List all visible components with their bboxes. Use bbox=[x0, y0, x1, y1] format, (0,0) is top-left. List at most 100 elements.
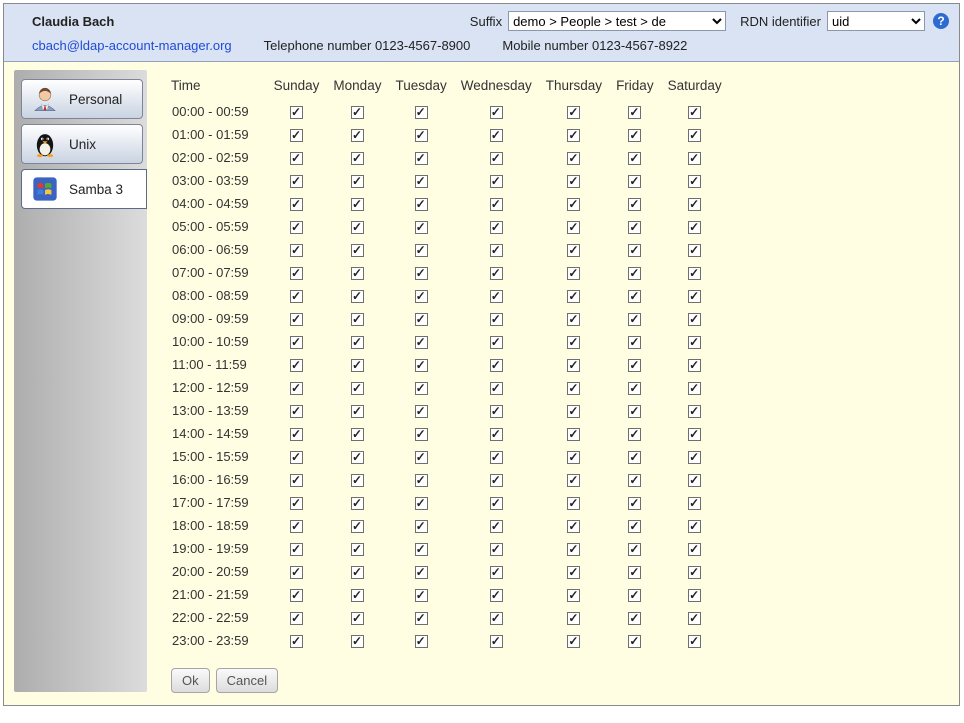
hour-checkbox-saturday[interactable] bbox=[688, 244, 701, 257]
hour-checkbox-saturday[interactable] bbox=[688, 428, 701, 441]
email-link[interactable]: cbach@ldap-account-manager.org bbox=[32, 38, 232, 53]
hour-checkbox-friday[interactable] bbox=[628, 428, 641, 441]
hour-checkbox-friday[interactable] bbox=[628, 520, 641, 533]
hour-checkbox-monday[interactable] bbox=[351, 635, 364, 648]
hour-checkbox-monday[interactable] bbox=[351, 612, 364, 625]
tab-unix[interactable]: Unix bbox=[21, 124, 143, 164]
hour-checkbox-tuesday[interactable] bbox=[415, 152, 428, 165]
hour-checkbox-sunday[interactable] bbox=[290, 313, 303, 326]
hour-checkbox-monday[interactable] bbox=[351, 290, 364, 303]
hour-checkbox-monday[interactable] bbox=[351, 566, 364, 579]
hour-checkbox-monday[interactable] bbox=[351, 451, 364, 464]
suffix-select[interactable]: demo > People > test > de bbox=[508, 11, 726, 31]
hour-checkbox-sunday[interactable] bbox=[290, 474, 303, 487]
hour-checkbox-thursday[interactable] bbox=[567, 451, 580, 464]
hour-checkbox-tuesday[interactable] bbox=[415, 405, 428, 418]
hour-checkbox-wednesday[interactable] bbox=[490, 152, 503, 165]
hour-checkbox-saturday[interactable] bbox=[688, 612, 701, 625]
hour-checkbox-wednesday[interactable] bbox=[490, 451, 503, 464]
hour-checkbox-tuesday[interactable] bbox=[415, 451, 428, 464]
hour-checkbox-thursday[interactable] bbox=[567, 175, 580, 188]
hour-checkbox-friday[interactable] bbox=[628, 543, 641, 556]
hour-checkbox-friday[interactable] bbox=[628, 106, 641, 119]
hour-checkbox-tuesday[interactable] bbox=[415, 198, 428, 211]
hour-checkbox-saturday[interactable] bbox=[688, 382, 701, 395]
hour-checkbox-monday[interactable] bbox=[351, 313, 364, 326]
hour-checkbox-wednesday[interactable] bbox=[490, 612, 503, 625]
hour-checkbox-friday[interactable] bbox=[628, 589, 641, 602]
hour-checkbox-thursday[interactable] bbox=[567, 267, 580, 280]
hour-checkbox-friday[interactable] bbox=[628, 382, 641, 395]
hour-checkbox-thursday[interactable] bbox=[567, 589, 580, 602]
hour-checkbox-wednesday[interactable] bbox=[490, 497, 503, 510]
hour-checkbox-thursday[interactable] bbox=[567, 428, 580, 441]
hour-checkbox-thursday[interactable] bbox=[567, 359, 580, 372]
hour-checkbox-sunday[interactable] bbox=[290, 405, 303, 418]
hour-checkbox-friday[interactable] bbox=[628, 405, 641, 418]
hour-checkbox-saturday[interactable] bbox=[688, 474, 701, 487]
hour-checkbox-thursday[interactable] bbox=[567, 520, 580, 533]
hour-checkbox-tuesday[interactable] bbox=[415, 175, 428, 188]
hour-checkbox-tuesday[interactable] bbox=[415, 290, 428, 303]
hour-checkbox-monday[interactable] bbox=[351, 589, 364, 602]
hour-checkbox-sunday[interactable] bbox=[290, 428, 303, 441]
hour-checkbox-friday[interactable] bbox=[628, 612, 641, 625]
hour-checkbox-tuesday[interactable] bbox=[415, 382, 428, 395]
tab-samba3[interactable]: Samba 3 bbox=[21, 169, 147, 209]
hour-checkbox-wednesday[interactable] bbox=[490, 129, 503, 142]
rdn-identifier-select[interactable]: uid bbox=[827, 11, 925, 31]
hour-checkbox-tuesday[interactable] bbox=[415, 336, 428, 349]
hour-checkbox-monday[interactable] bbox=[351, 497, 364, 510]
hour-checkbox-sunday[interactable] bbox=[290, 612, 303, 625]
hour-checkbox-saturday[interactable] bbox=[688, 566, 701, 579]
hour-checkbox-thursday[interactable] bbox=[567, 313, 580, 326]
hour-checkbox-monday[interactable] bbox=[351, 359, 364, 372]
hour-checkbox-sunday[interactable] bbox=[290, 336, 303, 349]
hour-checkbox-thursday[interactable] bbox=[567, 198, 580, 211]
hour-checkbox-wednesday[interactable] bbox=[490, 290, 503, 303]
hour-checkbox-thursday[interactable] bbox=[567, 152, 580, 165]
hour-checkbox-thursday[interactable] bbox=[567, 405, 580, 418]
hour-checkbox-wednesday[interactable] bbox=[490, 635, 503, 648]
hour-checkbox-saturday[interactable] bbox=[688, 405, 701, 418]
hour-checkbox-wednesday[interactable] bbox=[490, 474, 503, 487]
hour-checkbox-thursday[interactable] bbox=[567, 497, 580, 510]
hour-checkbox-tuesday[interactable] bbox=[415, 313, 428, 326]
hour-checkbox-monday[interactable] bbox=[351, 336, 364, 349]
hour-checkbox-wednesday[interactable] bbox=[490, 244, 503, 257]
hour-checkbox-sunday[interactable] bbox=[290, 635, 303, 648]
hour-checkbox-friday[interactable] bbox=[628, 313, 641, 326]
hour-checkbox-wednesday[interactable] bbox=[490, 589, 503, 602]
hour-checkbox-saturday[interactable] bbox=[688, 221, 701, 234]
hour-checkbox-thursday[interactable] bbox=[567, 566, 580, 579]
hour-checkbox-sunday[interactable] bbox=[290, 221, 303, 234]
hour-checkbox-tuesday[interactable] bbox=[415, 428, 428, 441]
hour-checkbox-wednesday[interactable] bbox=[490, 175, 503, 188]
hour-checkbox-sunday[interactable] bbox=[290, 198, 303, 211]
hour-checkbox-wednesday[interactable] bbox=[490, 313, 503, 326]
hour-checkbox-thursday[interactable] bbox=[567, 336, 580, 349]
hour-checkbox-monday[interactable] bbox=[351, 267, 364, 280]
hour-checkbox-monday[interactable] bbox=[351, 428, 364, 441]
hour-checkbox-monday[interactable] bbox=[351, 106, 364, 119]
hour-checkbox-monday[interactable] bbox=[351, 221, 364, 234]
hour-checkbox-friday[interactable] bbox=[628, 244, 641, 257]
hour-checkbox-tuesday[interactable] bbox=[415, 497, 428, 510]
hour-checkbox-saturday[interactable] bbox=[688, 451, 701, 464]
hour-checkbox-friday[interactable] bbox=[628, 290, 641, 303]
hour-checkbox-friday[interactable] bbox=[628, 198, 641, 211]
hour-checkbox-tuesday[interactable] bbox=[415, 221, 428, 234]
hour-checkbox-tuesday[interactable] bbox=[415, 129, 428, 142]
hour-checkbox-monday[interactable] bbox=[351, 405, 364, 418]
hour-checkbox-tuesday[interactable] bbox=[415, 106, 428, 119]
hour-checkbox-friday[interactable] bbox=[628, 497, 641, 510]
hour-checkbox-friday[interactable] bbox=[628, 267, 641, 280]
help-icon[interactable]: ? bbox=[933, 13, 949, 29]
hour-checkbox-friday[interactable] bbox=[628, 129, 641, 142]
hour-checkbox-sunday[interactable] bbox=[290, 382, 303, 395]
hour-checkbox-wednesday[interactable] bbox=[490, 566, 503, 579]
hour-checkbox-wednesday[interactable] bbox=[490, 520, 503, 533]
hour-checkbox-sunday[interactable] bbox=[290, 244, 303, 257]
hour-checkbox-thursday[interactable] bbox=[567, 474, 580, 487]
hour-checkbox-monday[interactable] bbox=[351, 129, 364, 142]
